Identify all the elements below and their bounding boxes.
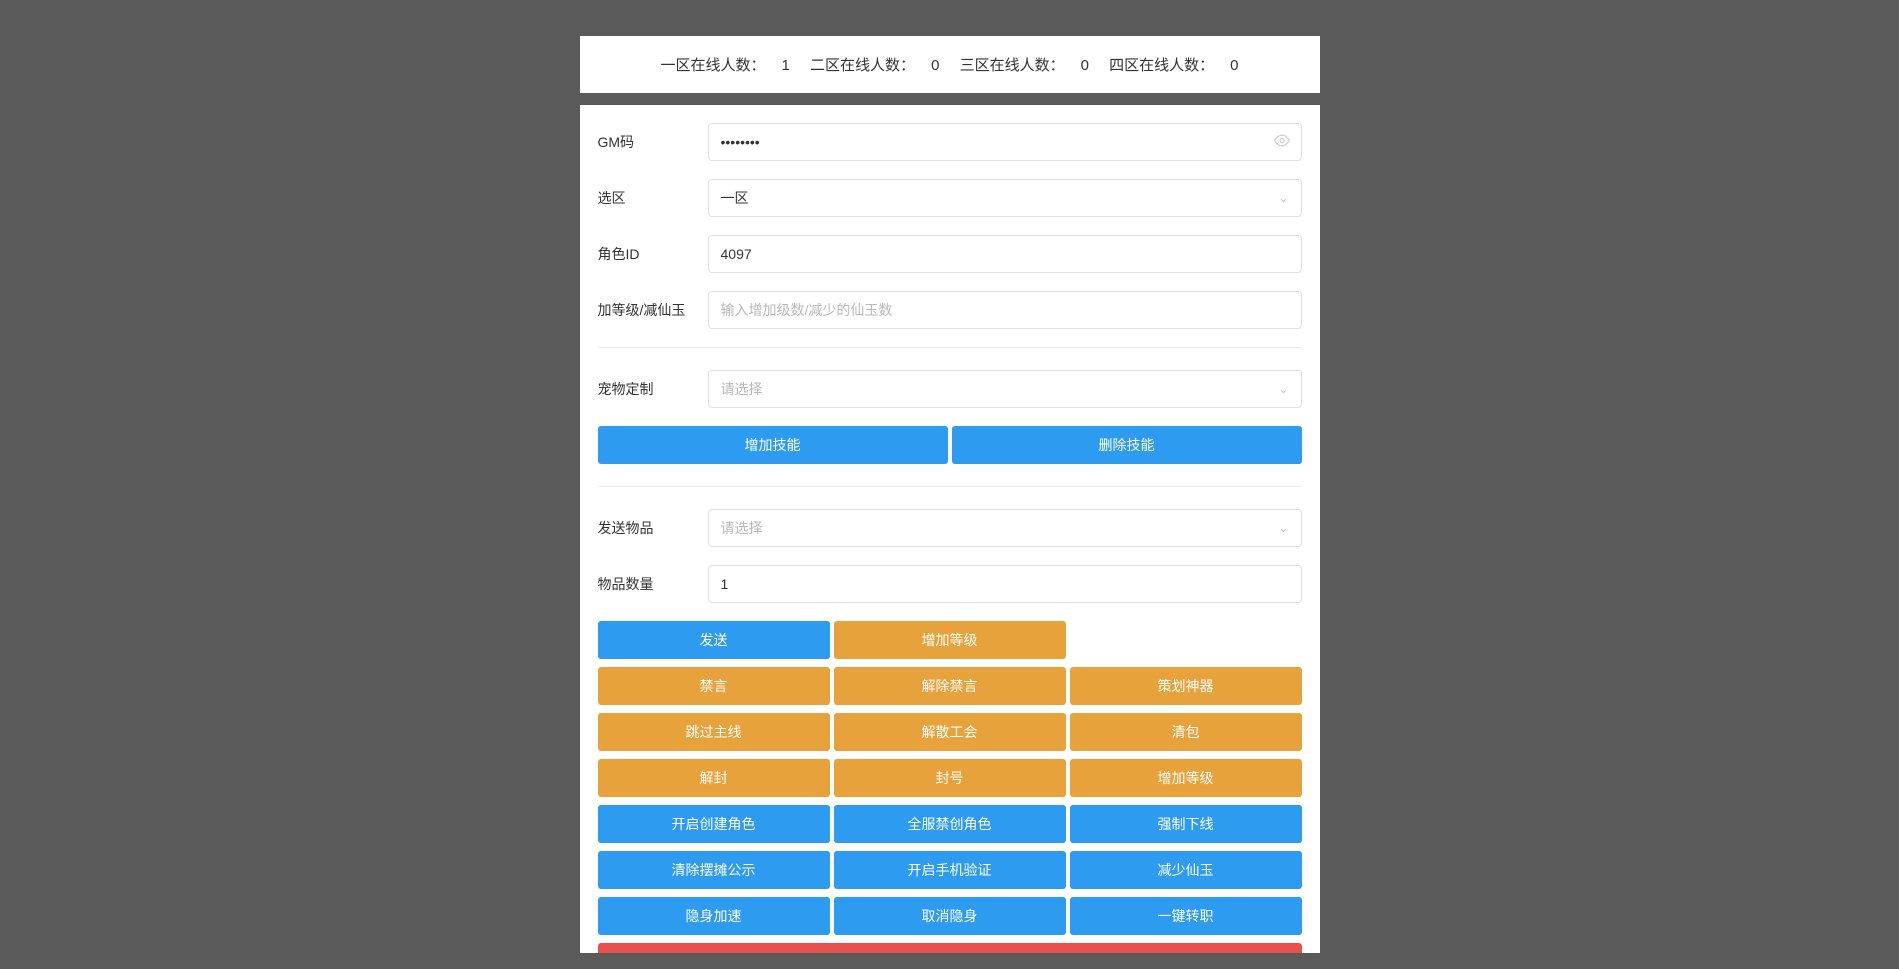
- enable-phone-button[interactable]: 开启手机验证: [834, 851, 1066, 889]
- divider: [598, 486, 1302, 487]
- zone4-value: 0: [1230, 57, 1238, 74]
- zone3-value: 0: [1081, 57, 1089, 74]
- reduce-jade-button[interactable]: 减少仙玉: [1070, 851, 1302, 889]
- strategy-artifact-button[interactable]: 策划神器: [1070, 667, 1302, 705]
- add-skill-button[interactable]: 增加技能: [598, 426, 948, 464]
- one-click-transfer-button[interactable]: 一键转职: [1070, 897, 1302, 935]
- chevron-down-icon: ⌄: [1278, 521, 1288, 535]
- chevron-down-icon: ⌄: [1278, 382, 1288, 396]
- cancel-invisible-button[interactable]: 取消隐身: [834, 897, 1066, 935]
- role-id-label: 角色ID: [598, 244, 708, 264]
- stats-bar: 一区在线人数： 1 二区在线人数： 0 三区在线人数： 0 四区在线人数： 0: [580, 36, 1320, 93]
- zone-label: 选区: [598, 188, 708, 208]
- pet-select[interactable]: 请选择 ⌄: [708, 370, 1302, 408]
- qty-input[interactable]: [708, 565, 1302, 603]
- zone2-label: 二区在线人数：: [810, 57, 915, 74]
- clear-bag-button[interactable]: 清包: [1070, 713, 1302, 751]
- skip-main-button[interactable]: 跳过主线: [598, 713, 830, 751]
- pet-label: 宠物定制: [598, 379, 708, 399]
- zone2-value: 0: [931, 57, 939, 74]
- role-id-input[interactable]: [708, 235, 1302, 273]
- disable-create-button[interactable]: 全服禁创角色: [834, 805, 1066, 843]
- gm-code-label: GM码: [598, 132, 708, 152]
- mute-button[interactable]: 禁言: [598, 667, 830, 705]
- unban-button[interactable]: 解封: [598, 759, 830, 797]
- item-select-placeholder: 请选择: [721, 518, 763, 538]
- level-input[interactable]: [708, 291, 1302, 329]
- divider: [598, 347, 1302, 348]
- enable-create-button[interactable]: 开启创建角色: [598, 805, 830, 843]
- item-label: 发送物品: [598, 518, 708, 538]
- red-button-partial[interactable]: [598, 943, 1302, 953]
- add-level2-button[interactable]: 增加等级: [1070, 759, 1302, 797]
- qty-label: 物品数量: [598, 574, 708, 594]
- main-panel: GM码 选区 一区 ⌄ 角色ID 加等级/减: [580, 105, 1320, 953]
- ban-button[interactable]: 封号: [834, 759, 1066, 797]
- delete-skill-button[interactable]: 删除技能: [952, 426, 1302, 464]
- add-level-button[interactable]: 增加等级: [834, 621, 1066, 659]
- zone3-label: 三区在线人数：: [960, 57, 1065, 74]
- zone-select[interactable]: 一区 ⌄: [708, 179, 1302, 217]
- zone4-label: 四区在线人数：: [1109, 57, 1214, 74]
- unmute-button[interactable]: 解除禁言: [834, 667, 1066, 705]
- eye-icon[interactable]: [1274, 133, 1290, 152]
- zone-select-value: 一区: [721, 188, 749, 208]
- disband-guild-button[interactable]: 解散工会: [834, 713, 1066, 751]
- clear-stall-button[interactable]: 清除摆摊公示: [598, 851, 830, 889]
- pet-select-placeholder: 请选择: [721, 379, 763, 399]
- zone1-label: 一区在线人数：: [661, 57, 766, 74]
- item-select[interactable]: 请选择 ⌄: [708, 509, 1302, 547]
- invisible-speed-button[interactable]: 隐身加速: [598, 897, 830, 935]
- chevron-down-icon: ⌄: [1278, 191, 1288, 205]
- level-label: 加等级/减仙玉: [598, 300, 708, 320]
- send-button[interactable]: 发送: [598, 621, 830, 659]
- gm-code-input[interactable]: [708, 123, 1302, 161]
- force-offline-button[interactable]: 强制下线: [1070, 805, 1302, 843]
- zone1-value: 1: [782, 57, 790, 74]
